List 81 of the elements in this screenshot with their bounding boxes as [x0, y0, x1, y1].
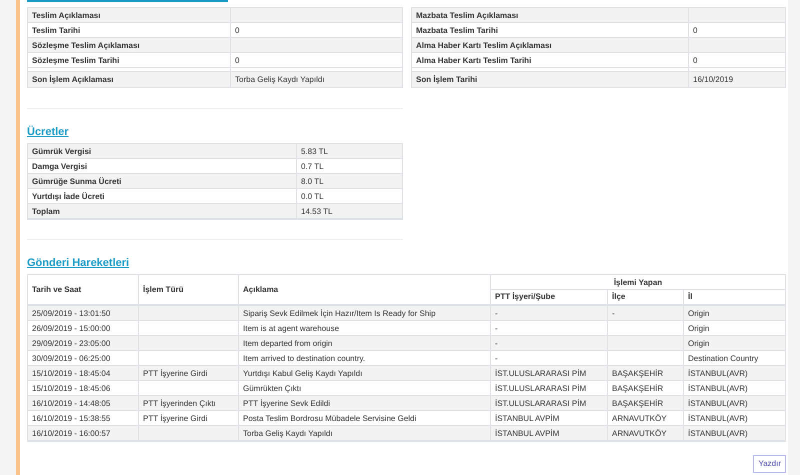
label-cell: Mazbata Teslim Tarihi	[412, 23, 689, 37]
table-cell: İSTANBUL AVPİM	[491, 426, 608, 440]
table-cell: Posta Teslim Bordrosu Mübadele Servisine Geldi	[239, 411, 491, 425]
print-button[interactable]: Yazdır	[753, 455, 786, 473]
value-cell-text: 16/10/2019	[692, 74, 734, 86]
column-header: İşlem Türü	[139, 275, 239, 304]
value-cell-text: 0	[234, 25, 240, 37]
label-cell: Gümrüğe Sunma Ücreti	[28, 174, 297, 188]
table-cell: Item departed from origin	[239, 336, 491, 350]
section-heading: Gönderi Hareketleri	[27, 256, 130, 270]
value-cell-text: 0	[692, 55, 698, 67]
table-cell: 16/10/2019 - 16:00:57	[28, 426, 139, 440]
table-cell: -	[491, 321, 608, 335]
section-heading: Ücretler	[27, 125, 69, 139]
table-cell: Torba Geliş Kaydı Yapıldı	[239, 426, 491, 440]
table-cell: 16/10/2019 - 14:48:05	[28, 396, 139, 410]
table-cell: Item is at agent warehouse	[239, 321, 491, 335]
table-cell: ARNAVUTKÖY	[608, 426, 684, 440]
column-header: Tarih ve Saat	[28, 275, 139, 304]
table-cell: 29/09/2019 - 23:05:00	[28, 336, 139, 350]
table-cell-text: İSTANBUL(AVR)	[687, 398, 749, 410]
table-cell: PTT İşyerine Sevk Edildi	[239, 396, 491, 410]
column-header: İl	[687, 291, 694, 303]
label-cell: Son İşlem Açıklaması	[28, 72, 231, 87]
value-cell-text: 14.53 TL	[300, 206, 334, 218]
table-cell-text: İSTANBUL(AVR)	[687, 413, 749, 425]
table-cell: Yurtdışı Kabul Geliş Kaydı Yapıldı	[239, 366, 491, 380]
table-cell: İST.ULUSLARARASI PİM	[491, 366, 608, 380]
label-cell: Yurtdışı İade Ücreti	[28, 189, 297, 203]
table-cell: BAŞAKŞEHİR	[608, 366, 684, 380]
label-cell: Son İşlem Tarihi	[412, 72, 689, 87]
value-cell-text: 8.0 TL	[300, 176, 325, 188]
label-cell: Damga Vergisi	[28, 159, 297, 173]
column-header: PTT İşyeri/Şube	[491, 290, 608, 304]
table-cell-text: Origin	[687, 338, 710, 350]
value-cell-text: Torba Geliş Kaydı Yapıldı	[234, 74, 326, 86]
table-cell: 15/10/2019 - 18:45:04	[28, 366, 139, 380]
table-cell: -	[608, 306, 684, 320]
label-cell: Teslim Açıklaması	[28, 8, 231, 22]
table-cell: PTT İşyerine Girdi	[139, 366, 239, 380]
value-cell-text: 0	[234, 55, 240, 67]
table-cell-text: Origin	[687, 323, 710, 335]
group-header: İşlemi Yapan	[491, 275, 785, 290]
label-cell: Alma Haber Kartı Teslim Tarihi	[412, 53, 689, 67]
label-cell: Mazbata Teslim Açıklaması	[412, 8, 689, 22]
table-cell: PTT İşyerinden Çıktı	[139, 396, 239, 410]
table-cell: 25/09/2019 - 13:01:50	[28, 306, 139, 320]
table-cell: -	[491, 336, 608, 350]
label-cell: Gümrük Vergisi	[28, 144, 297, 158]
table-cell: -	[491, 351, 608, 365]
table-cell: 16/10/2019 - 15:38:55	[28, 411, 139, 425]
table-cell: PTT İşyerine Girdi	[139, 411, 239, 425]
label-cell: Sözleşme Teslim Açıklaması	[28, 38, 231, 52]
table-cell: 26/09/2019 - 15:00:00	[28, 321, 139, 335]
table-cell: 15/10/2019 - 18:45:06	[28, 381, 139, 395]
label-cell: Alma Haber Kartı Teslim Açıklaması	[412, 38, 689, 52]
table-cell: Gümrükten Çıktı	[239, 381, 491, 395]
table-cell-text: Origin	[687, 308, 710, 320]
table-cell-text: İSTANBUL(AVR)	[687, 368, 749, 380]
table-cell-text: Destination Country	[687, 353, 760, 365]
value-cell-text: 0.7 TL	[300, 161, 325, 173]
value-cell-text: 5.83 TL	[300, 146, 329, 158]
table-cell: BAŞAKŞEHİR	[608, 396, 684, 410]
table-cell: İST.ULUSLARARASI PİM	[491, 381, 608, 395]
label-cell: Teslim Tarihi	[28, 23, 231, 37]
table-cell-text: İSTANBUL(AVR)	[687, 428, 749, 440]
column-header: İlçe	[608, 290, 684, 304]
label-cell: Sözleşme Teslim Tarihi	[28, 53, 231, 67]
table-cell: ARNAVUTKÖY	[608, 411, 684, 425]
table-cell: Sipariş Sevk Edilmek İçin Hazır/Item Is Ready for Ship	[239, 306, 491, 320]
table-cell: İSTANBUL AVPİM	[491, 411, 608, 425]
column-header: Açıklama	[239, 275, 491, 304]
table-cell: Item arrived to destination country.	[239, 351, 491, 365]
label-cell: Toplam	[28, 204, 297, 218]
table-cell: BAŞAKŞEHİR	[608, 381, 684, 395]
value-cell-text: 0	[692, 25, 698, 37]
table-cell: İST.ULUSLARARASI PİM	[491, 396, 608, 410]
table-cell: 30/09/2019 - 06:25:00	[28, 351, 139, 365]
value-cell-text: 0.0 TL	[300, 191, 325, 203]
table-cell-text: İSTANBUL(AVR)	[687, 383, 749, 395]
table-cell: -	[491, 306, 608, 320]
